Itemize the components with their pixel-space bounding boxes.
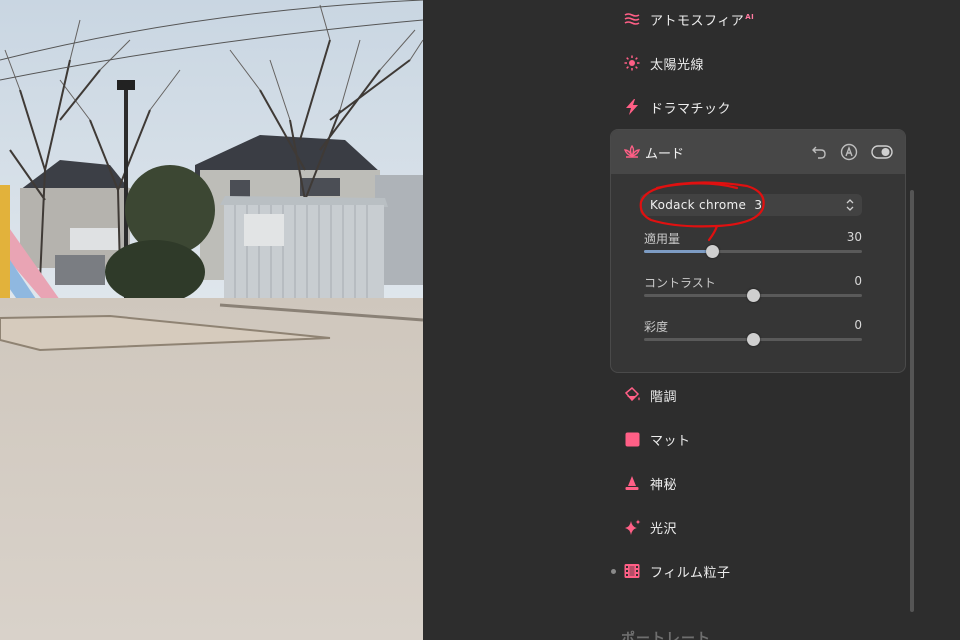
- tool-label: 階調: [650, 389, 678, 405]
- tool-atmosphere[interactable]: アトモスフィアAI: [621, 5, 911, 33]
- amount-slider[interactable]: 適用量 30: [644, 230, 862, 266]
- lotus-icon: [623, 143, 641, 161]
- tool-gloss[interactable]: 光沢: [621, 513, 911, 541]
- scrollbar[interactable]: [910, 190, 914, 612]
- tool-matte[interactable]: マット: [621, 425, 911, 453]
- adjustments-panel: アトモスフィアAI 太陽光線 ドラマチック ムード Kodack chrome …: [423, 0, 960, 640]
- auto-icon: [840, 143, 858, 161]
- slider-knob[interactable]: [747, 333, 760, 346]
- tool-label: 光沢: [650, 521, 678, 537]
- cone-icon: [623, 474, 641, 492]
- slider-knob[interactable]: [706, 245, 719, 258]
- section-heading: ポートレート: [621, 631, 711, 640]
- undo-button[interactable]: [808, 141, 830, 163]
- undo-icon: [812, 146, 826, 159]
- saturation-slider[interactable]: 彩度 0: [644, 318, 862, 354]
- enable-toggle[interactable]: [870, 141, 894, 163]
- toggle-icon: [871, 145, 893, 159]
- mood-card-header[interactable]: ムード: [611, 130, 905, 174]
- slider-knob[interactable]: [747, 289, 760, 302]
- slider-value: 30: [846, 230, 862, 244]
- wave-icon: [623, 10, 641, 28]
- chevron-updown-icon: [846, 199, 854, 211]
- film-icon: [623, 562, 641, 580]
- park-photo: [0, 0, 423, 640]
- lightning-icon: [623, 98, 641, 116]
- tool-dramatic[interactable]: ドラマチック: [621, 93, 911, 121]
- ai-badge: AI: [745, 13, 755, 22]
- slider-label: 彩度: [644, 320, 669, 334]
- tool-label: アトモスフィアAI: [650, 13, 755, 29]
- tool-film-grain[interactable]: フィルム粒子: [621, 557, 911, 585]
- tool-tone[interactable]: 階調: [621, 381, 911, 409]
- preset-value: Kodack chrome 3: [650, 198, 763, 212]
- mood-card: ムード Kodack chrome 3 適用量 30 コントラスト 0 彩度 0: [610, 129, 906, 373]
- tool-label: マット: [650, 433, 691, 449]
- slider-label: 適用量: [644, 232, 681, 246]
- sun-icon: [623, 54, 641, 72]
- tool-label: フィルム粒子: [650, 565, 731, 581]
- contrast-slider[interactable]: コントラスト 0: [644, 274, 862, 310]
- mood-title: ムード: [645, 147, 685, 162]
- sparkle-icon: [623, 518, 641, 536]
- slider-fill: [644, 250, 712, 253]
- slider-label: コントラスト: [644, 276, 716, 290]
- tool-label: ドラマチック: [650, 101, 732, 117]
- slider-value: 0: [854, 274, 862, 288]
- paint-bucket-icon: [623, 386, 641, 404]
- active-dot: [611, 569, 616, 574]
- tool-label: 太陽光線: [650, 57, 705, 73]
- square-icon: [623, 430, 641, 448]
- tool-sunlight[interactable]: 太陽光線: [621, 49, 911, 77]
- slider-value: 0: [854, 318, 862, 332]
- tool-label: 神秘: [650, 477, 678, 493]
- tool-mystic[interactable]: 神秘: [621, 469, 911, 497]
- preset-select[interactable]: Kodack chrome 3: [640, 194, 862, 216]
- photo-preview[interactable]: [0, 0, 423, 640]
- auto-button[interactable]: [838, 141, 860, 163]
